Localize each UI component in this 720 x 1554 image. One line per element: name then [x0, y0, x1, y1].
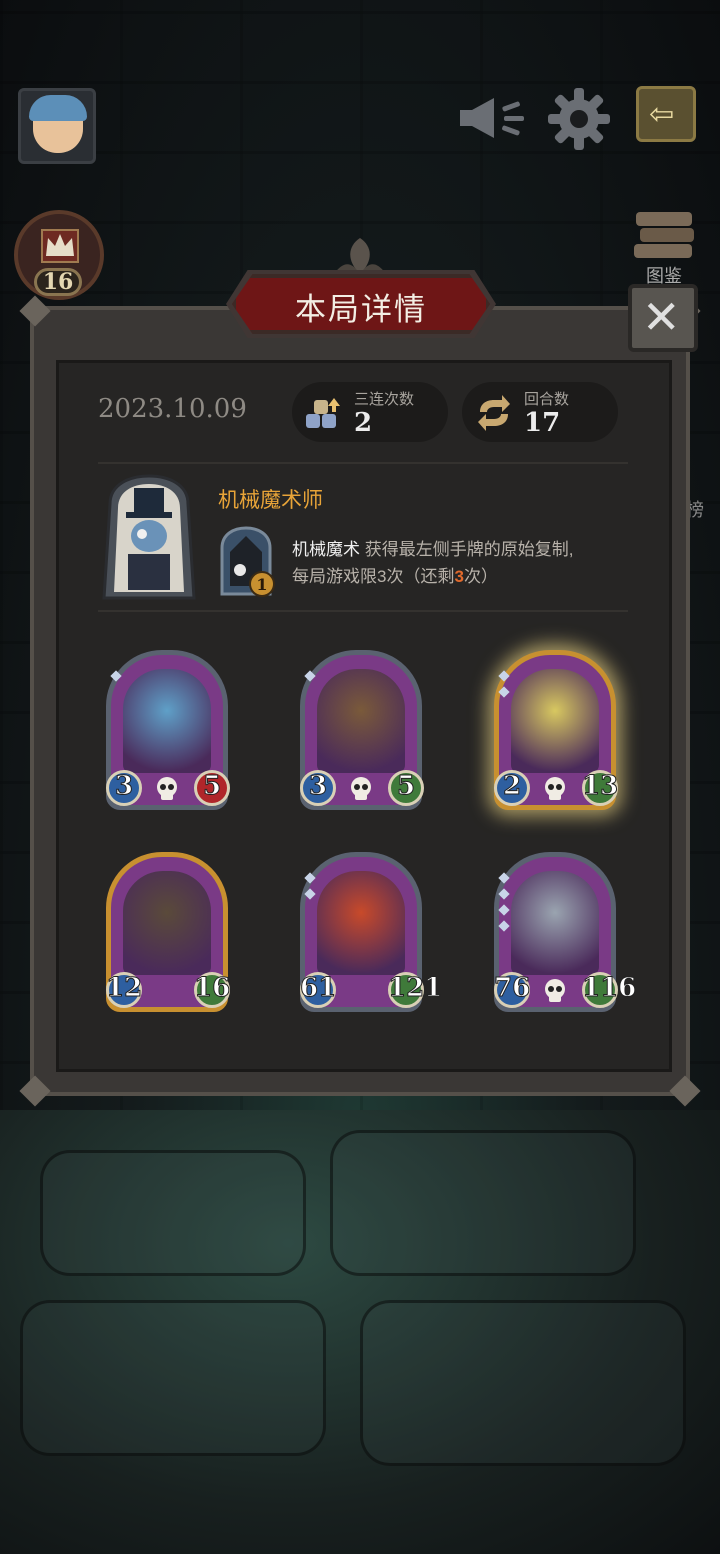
health-value: 121	[388, 973, 443, 1004]
hero-name: 机械魔术师	[218, 489, 323, 512]
exit-button[interactable]: ⇦	[636, 86, 696, 142]
skill-icon[interactable]: 1	[216, 524, 276, 598]
stat-value: 2	[354, 408, 373, 438]
stat-value: 17	[524, 408, 561, 438]
card-art	[123, 871, 211, 975]
attack-value: 3	[308, 771, 328, 802]
book-stack-icon[interactable]	[632, 206, 698, 262]
attack-value: 76	[494, 973, 531, 1004]
player-avatar-button[interactable]	[18, 88, 96, 164]
skull-icon	[545, 979, 565, 1002]
card-art	[317, 871, 405, 975]
floor-stone	[360, 1300, 686, 1466]
floor-stone	[330, 1130, 636, 1276]
skill-desc-part: 每局游戏限3次（还剩	[292, 567, 455, 586]
health-value: 5	[396, 771, 416, 802]
avatar-hair	[29, 95, 87, 121]
health-badge: 5	[388, 770, 424, 806]
minion-card[interactable]: 2 13	[494, 650, 619, 810]
attack-value: 12	[106, 973, 143, 1004]
exit-arrow-icon: ⇦	[649, 97, 675, 132]
cycle-arrows-icon	[478, 395, 510, 431]
floor-stone	[40, 1150, 306, 1276]
stat-label: 三连次数	[354, 391, 415, 408]
attack-badge: 3	[300, 770, 336, 806]
match-date: 2023.10.09	[98, 394, 247, 424]
minion-card[interactable]: 12 16	[106, 852, 231, 1012]
hero-portrait[interactable]	[100, 474, 198, 600]
skull-icon	[351, 777, 371, 800]
attack-badge: 2	[494, 770, 530, 806]
stat-label: 回合数	[524, 391, 570, 408]
health-value: 16	[194, 973, 231, 1004]
health-badge: 116	[582, 972, 637, 1008]
health-badge: 5	[194, 770, 230, 806]
skull-icon	[157, 777, 177, 800]
attack-badge: 76	[494, 972, 531, 1008]
panel-title: 本局详情	[295, 292, 427, 327]
attack-value: 2	[502, 771, 522, 802]
minion-card[interactable]: 35	[106, 650, 230, 810]
crown-icon	[41, 229, 79, 263]
card-art	[511, 871, 599, 975]
section-divider	[98, 610, 628, 612]
triple-count-stat: 三连次数 2	[292, 382, 448, 442]
attack-value: 3	[114, 771, 134, 802]
health-badge: 13	[582, 770, 619, 806]
health-badge: 121	[388, 972, 443, 1008]
skill-name: 机械魔术	[292, 540, 360, 559]
round-count-stat: 回合数 17	[462, 382, 618, 442]
card-art	[317, 669, 405, 773]
attack-badge: 12	[106, 972, 143, 1008]
health-value: 116	[582, 973, 637, 1004]
health-value: 13	[582, 771, 619, 802]
skill-description: 机械魔术 获得最左侧手牌的原始复制, 每局游戏限3次（还剩3次）	[292, 536, 642, 590]
health-badge: 16	[194, 972, 231, 1008]
skill-desc-part: 次）	[463, 567, 498, 586]
skill-level: 1	[256, 575, 267, 594]
floor-stone	[20, 1300, 326, 1456]
attack-badge: 61	[300, 972, 337, 1008]
triple-cube-icon	[306, 398, 340, 428]
rank-number: 16	[34, 268, 82, 296]
close-icon: ✕	[642, 290, 681, 344]
skull-icon	[545, 777, 565, 800]
skill-desc-part: 获得最左侧手牌的原始复制,	[360, 540, 574, 559]
minion-card[interactable]: 35	[300, 650, 424, 810]
health-value: 5	[202, 771, 222, 802]
minion-card[interactable]: 76 116	[494, 852, 637, 1012]
attack-value: 61	[300, 973, 337, 1004]
dungeon-floor-background	[0, 1110, 720, 1554]
skill-remaining-count: 3	[454, 567, 464, 586]
attack-badge: 3	[106, 770, 142, 806]
close-button[interactable]: ✕	[628, 284, 698, 352]
gear-icon[interactable]	[548, 88, 610, 150]
card-art	[511, 669, 599, 773]
minion-card[interactable]: 61 121	[300, 852, 443, 1012]
section-divider	[98, 462, 628, 464]
megaphone-icon[interactable]	[458, 94, 526, 142]
card-art	[123, 669, 211, 773]
